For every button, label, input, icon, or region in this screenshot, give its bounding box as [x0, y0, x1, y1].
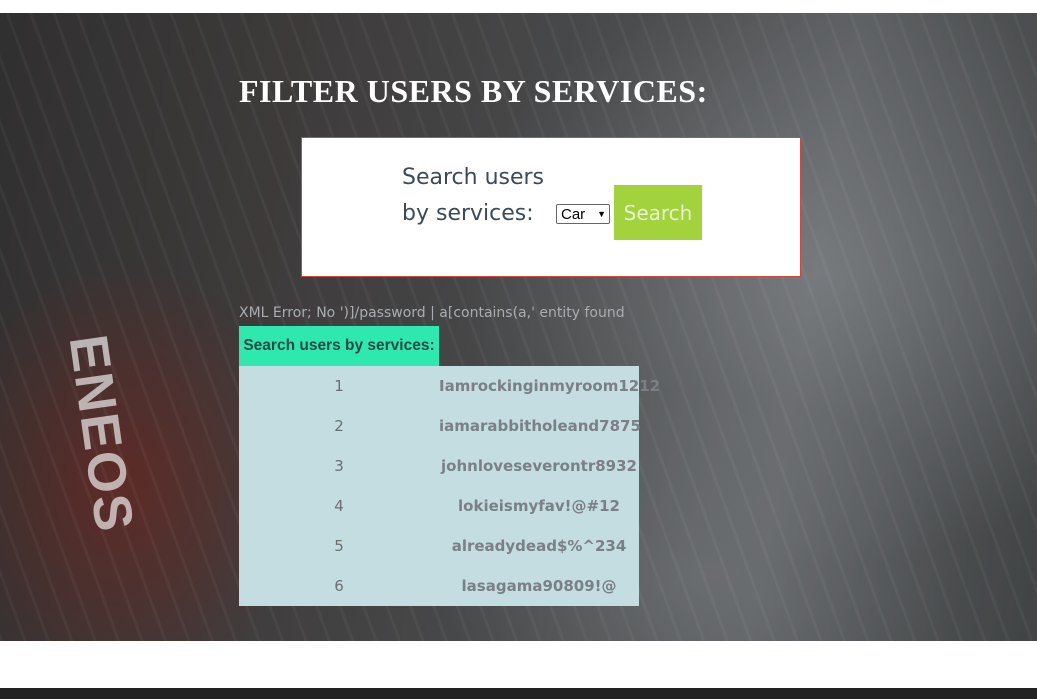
row-index: 4	[334, 497, 344, 515]
footer-band	[0, 688, 1037, 699]
row-value: iamarabbitholeand7875	[439, 417, 641, 435]
search-form: Search users by services: Car ▼ Search	[301, 137, 801, 277]
error-message: XML Error; No ')]/password | a[contains(…	[239, 305, 625, 321]
table-row: 5 alreadydead$%^234	[239, 526, 639, 566]
row-index: 5	[334, 537, 344, 555]
row-index: 3	[334, 457, 344, 475]
results-header: Search users by services:	[239, 326, 439, 366]
service-select[interactable]: Car ▼	[556, 204, 610, 224]
row-value: johnloveseverontr8932	[441, 457, 637, 475]
table-row: 1 Iamrockinginmyroom1212	[239, 366, 661, 406]
row-value: Iamrockinginmyroom1212	[439, 377, 661, 395]
row-value: lasagama90809!@	[461, 577, 617, 595]
row-value: alreadydead$%^234	[451, 537, 627, 555]
chevron-down-icon: ▼	[597, 209, 606, 219]
search-button[interactable]: Search	[614, 185, 702, 240]
row-value: lokieismyfav!@#12	[458, 497, 620, 515]
search-label: Search users by services:	[402, 165, 545, 226]
row-index: 6	[334, 577, 344, 595]
hero-background: ENEOS FILTER USERS BY SERVICES: Search u…	[0, 13, 1037, 641]
table-row: 4 lokieismyfav!@#12	[239, 486, 639, 526]
table-row: 3 johnloveseverontr8932	[239, 446, 639, 486]
row-index: 2	[334, 417, 344, 435]
table-row: 2 iamarabbitholeand7875	[239, 406, 641, 446]
service-select-value: Car	[561, 205, 586, 223]
page-title: FILTER USERS BY SERVICES:	[239, 73, 708, 109]
results-table: 1 Iamrockinginmyroom1212 2 iamarabbithol…	[239, 366, 661, 606]
row-index: 1	[334, 377, 344, 395]
table-row: 6 lasagama90809!@	[239, 566, 639, 606]
